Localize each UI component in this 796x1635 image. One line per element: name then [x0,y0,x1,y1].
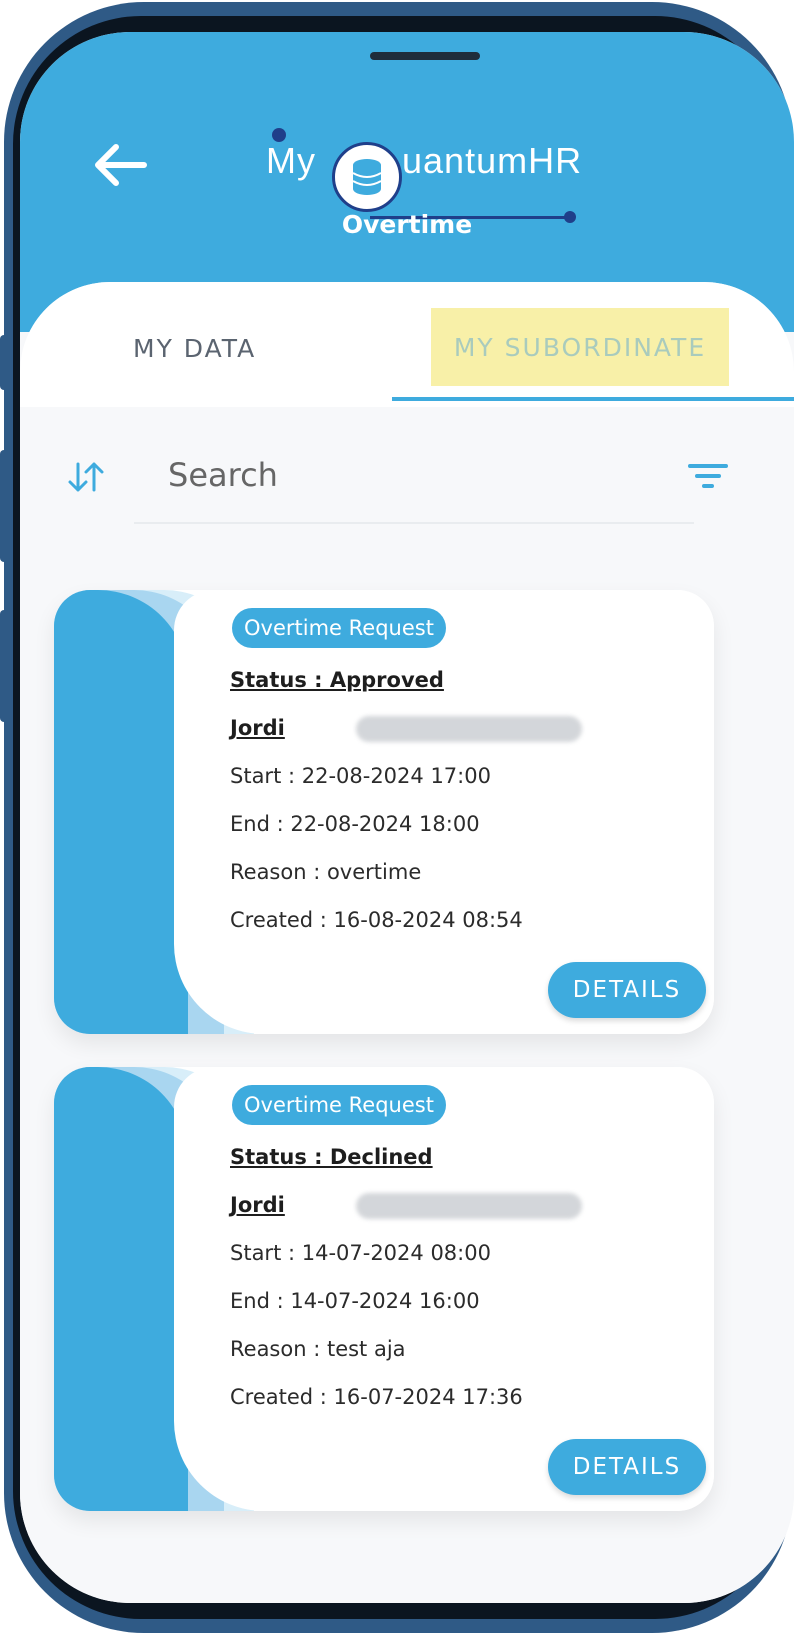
side-button [0,335,10,390]
request-reason: Reason : test aja [230,1337,406,1361]
card-body: Overtime Request Status : Declined Jordi… [174,1067,714,1511]
request-created: Created : 16-08-2024 08:54 [230,908,523,932]
employee-name: Jordi [230,1193,582,1219]
card-accent-dark [54,1067,188,1511]
filter-lines-icon[interactable] [688,462,728,492]
redacted-surname [356,1193,582,1219]
database-icon [332,142,402,212]
overtime-request-card[interactable]: Overtime Request Status : Approved Jordi… [54,590,714,1034]
page-title: Overtime [341,210,473,239]
search-divider [134,522,694,524]
app-logo: My uantumHR [242,112,602,223]
content-sheet: MY DATA MY SUBORDINATE Overtime Request … [20,282,794,1603]
request-end: End : 14-07-2024 16:00 [230,1289,480,1313]
details-button[interactable]: DETAILS [548,962,706,1018]
logo-prefix: My [266,140,316,181]
overtime-request-card[interactable]: Overtime Request Status : Declined Jordi… [54,1067,714,1511]
card-accent-dark [54,590,188,1034]
request-reason: Reason : overtime [230,860,422,884]
redacted-surname [356,716,582,742]
logo-suffix: uantumHR [402,140,583,181]
sort-arrows-icon[interactable] [66,460,106,494]
employee-first-name: Jordi [230,716,285,740]
tab-my-data[interactable]: MY DATA [133,334,256,363]
search-input[interactable] [166,444,670,506]
volume-up-button [0,450,10,562]
request-start: Start : 14-07-2024 08:00 [230,1241,491,1265]
request-created: Created : 16-07-2024 17:36 [230,1385,523,1409]
volume-down-button [0,610,10,722]
speaker-notch [370,52,480,60]
request-type-badge: Overtime Request [232,1085,446,1125]
app-screen: My uantumHR Overtime MY DATA MY SUBORDIN… [20,32,794,1603]
request-start: Start : 22-08-2024 17:00 [230,764,491,788]
active-tab-indicator [392,397,794,401]
employee-name: Jordi [230,716,582,742]
tab-bar: MY DATA MY SUBORDINATE [20,282,794,407]
request-status: Status : Approved [230,668,444,692]
request-status: Status : Declined [230,1145,433,1169]
request-end: End : 22-08-2024 18:00 [230,812,480,836]
card-body: Overtime Request Status : Approved Jordi… [174,590,714,1034]
request-type-badge: Overtime Request [232,608,446,648]
details-button[interactable]: DETAILS [548,1439,706,1495]
back-button[interactable] [86,130,156,200]
employee-first-name: Jordi [230,1193,285,1217]
tab-my-subordinate[interactable]: MY SUBORDINATE [431,308,729,386]
search-row [20,432,794,522]
arrow-left-icon [95,144,147,186]
